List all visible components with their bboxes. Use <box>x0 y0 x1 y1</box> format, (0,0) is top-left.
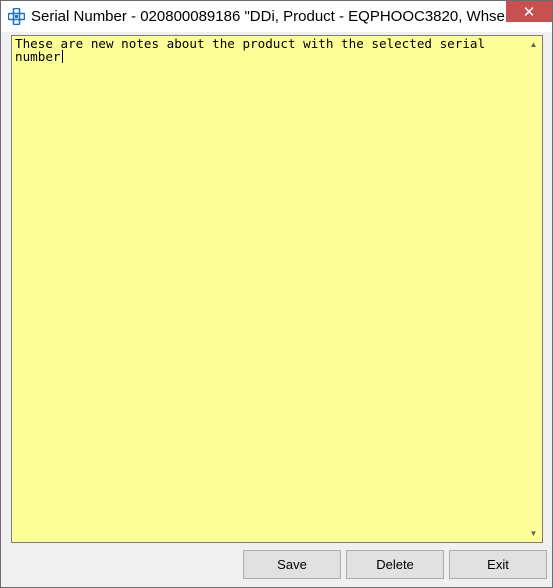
text-caret <box>61 50 63 63</box>
notes-vertical-scrollbar[interactable]: ▲ ▼ <box>525 36 542 542</box>
dynamics-app-icon <box>7 7 26 26</box>
serial-number-notes-window: Serial Number - 020800089186 "DDi, Produ… <box>0 0 553 588</box>
notes-text[interactable]: These are new notes about the product wi… <box>15 37 525 63</box>
close-icon: ✕ <box>522 2 536 21</box>
title-bar[interactable]: Serial Number - 020800089186 "DDi, Produ… <box>1 1 552 32</box>
notes-content-area: These are new notes about the product wi… <box>8 32 547 581</box>
scroll-up-arrow-icon[interactable]: ▲ <box>525 36 542 53</box>
save-button[interactable]: Save <box>243 550 341 579</box>
close-button[interactable]: ✕ <box>506 1 552 22</box>
notes-text-content: These are new notes about the product wi… <box>15 36 493 64</box>
exit-button[interactable]: Exit <box>449 550 547 579</box>
notes-textarea[interactable]: These are new notes about the product wi… <box>11 35 543 543</box>
button-bar: Save Delete Exit <box>8 550 547 579</box>
scroll-down-arrow-icon[interactable]: ▼ <box>525 525 542 542</box>
delete-button[interactable]: Delete <box>346 550 444 579</box>
window-title: Serial Number - 020800089186 "DDi, Produ… <box>31 8 513 25</box>
